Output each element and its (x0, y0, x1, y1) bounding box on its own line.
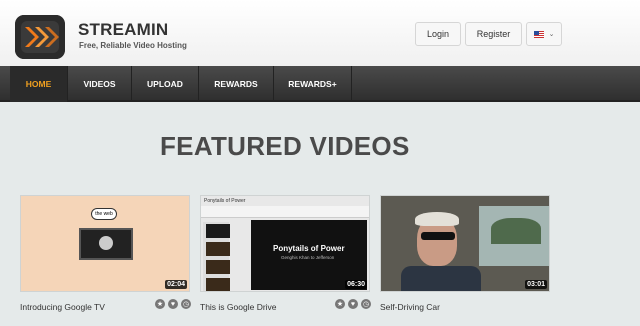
star-icon[interactable]: ★ (155, 299, 165, 309)
video-thumbnail: Ponytails of Power Ponytails of Power Ge… (201, 196, 369, 291)
main-nav: HOME VIDEOS UPLOAD REWARDS REWARDS+ (0, 66, 640, 102)
video-thumbnail (381, 196, 549, 291)
nav-item-upload[interactable]: UPLOAD (132, 66, 199, 102)
nav-item-rewards[interactable]: REWARDS (199, 66, 274, 102)
slide-title: Ponytails of Power (273, 244, 345, 253)
video-title[interactable]: This is Google Drive (200, 302, 277, 312)
video-duration: 06:30 (345, 280, 367, 289)
heart-icon[interactable]: ♥ (348, 299, 358, 309)
video-title[interactable]: Introducing Google TV (20, 302, 105, 312)
person-hair (415, 212, 459, 226)
clock-icon[interactable]: ◷ (361, 299, 371, 309)
clock-icon[interactable]: ◷ (181, 299, 191, 309)
doc-title: Ponytails of Power (204, 198, 246, 204)
video-title[interactable]: Self-Driving Car (380, 302, 440, 312)
logo-icon[interactable] (15, 15, 65, 59)
nav-item-home[interactable]: HOME (10, 66, 68, 102)
site-header: STREAMIN Free, Reliable Video Hosting Lo… (0, 0, 640, 66)
us-flag-icon (533, 30, 544, 38)
login-button[interactable]: Login (415, 22, 461, 46)
video-card-thumbnail[interactable]: Ponytails of Power Ponytails of Power Ge… (200, 195, 370, 292)
video-actions: ★ ♥ ◷ (335, 299, 371, 309)
speech-bubble: the web (91, 208, 117, 220)
trees (491, 218, 541, 244)
video-duration: 02:04 (165, 280, 187, 289)
video-card-thumbnail[interactable]: the web 02:04 (20, 195, 190, 292)
star-icon[interactable]: ★ (335, 299, 345, 309)
nav-item-videos[interactable]: VIDEOS (68, 66, 132, 102)
video-actions: ★ ♥ ◷ (155, 299, 191, 309)
video-duration: 03:01 (525, 280, 547, 289)
tv-illustration (79, 228, 133, 260)
nav-item-rewards-plus[interactable]: REWARDS+ (274, 66, 352, 102)
video-thumbnail: the web (21, 196, 189, 291)
register-button[interactable]: Register (465, 22, 522, 46)
chevron-down-icon: ⌄ (548, 31, 555, 38)
brand-name[interactable]: STREAMIN (78, 20, 168, 40)
language-selector[interactable]: ⌄ (526, 22, 562, 46)
heart-icon[interactable]: ♥ (168, 299, 178, 309)
slide-sidebar (203, 222, 230, 291)
person-shirt (401, 266, 481, 291)
doc-toolbar (201, 206, 369, 218)
video-card-thumbnail[interactable]: 03:01 (380, 195, 550, 292)
section-title: FEATURED VIDEOS (160, 131, 410, 161)
sunglasses (421, 232, 455, 240)
brand-tagline: Free, Reliable Video Hosting (79, 41, 187, 50)
slide-subtitle: Genghis Khan to Jefferson (281, 255, 335, 260)
